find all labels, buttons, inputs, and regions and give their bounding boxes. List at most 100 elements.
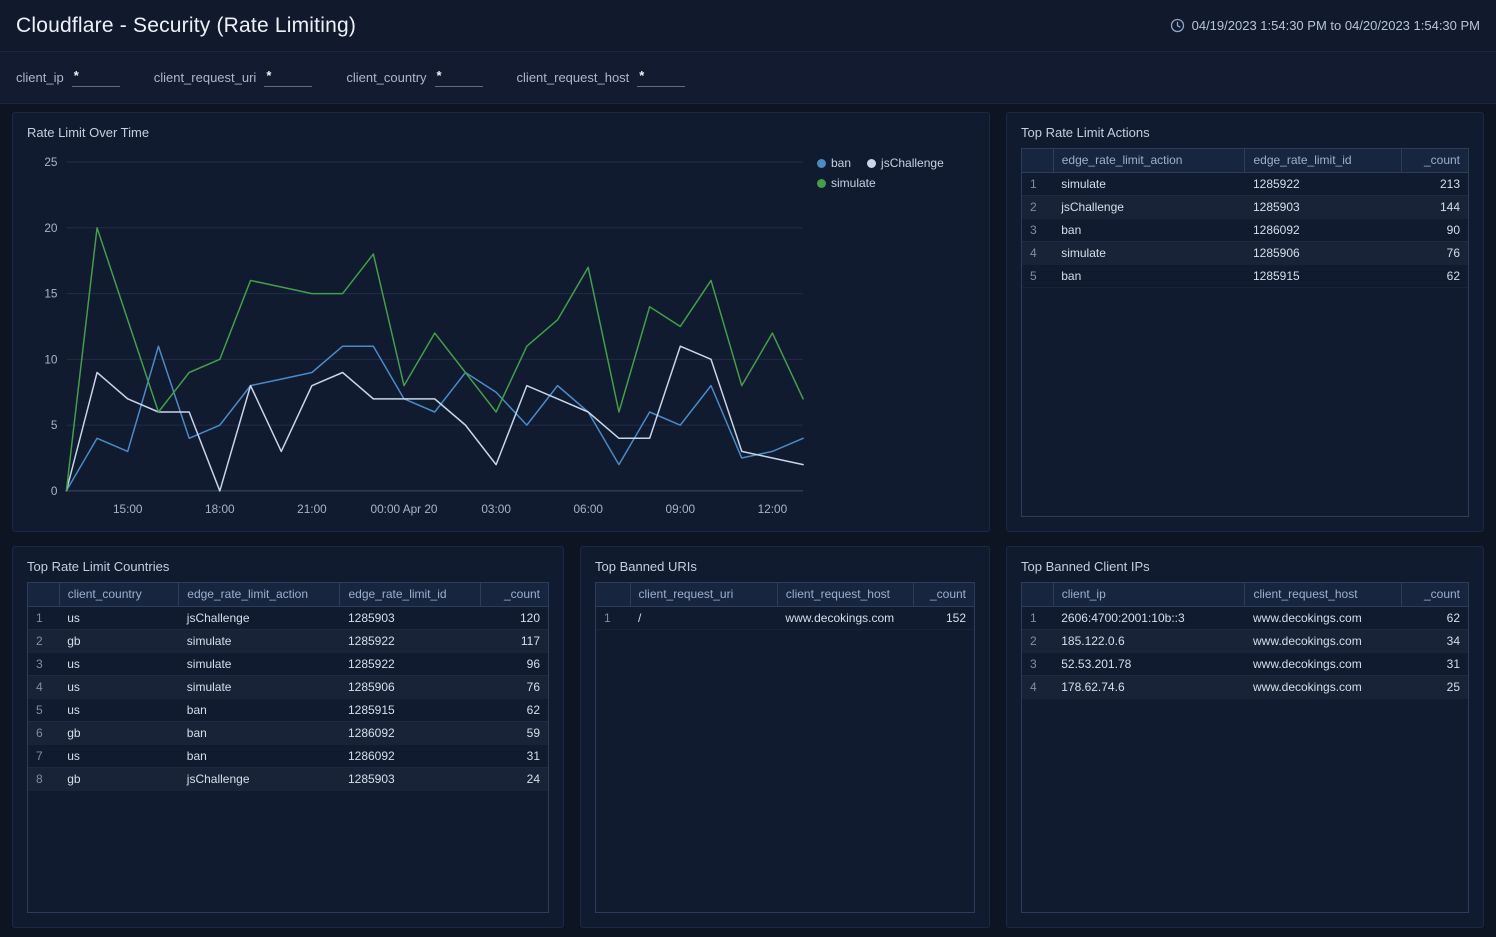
legend-item-jsChallenge[interactable]: jsChallenge: [867, 156, 944, 170]
panel-top-banned-uris: Top Banned URIs client_request_uriclient…: [580, 546, 990, 928]
table-row[interactable]: 5usban128591562: [28, 698, 548, 721]
filter-value-input[interactable]: *: [637, 69, 685, 87]
index-column-header: [1022, 149, 1053, 172]
table-cell: jsChallenge: [1053, 195, 1245, 218]
row-index: 4: [28, 675, 59, 698]
table-cell: 1285903: [1245, 195, 1401, 218]
row-index: 4: [1022, 675, 1053, 698]
table-cell: 185.122.0.6: [1053, 629, 1245, 652]
table-row[interactable]: 4ussimulate128590676: [28, 675, 548, 698]
page-title: Cloudflare - Security (Rate Limiting): [16, 14, 356, 38]
table-row[interactable]: 3ussimulate128592296: [28, 652, 548, 675]
table-cell: 1285922: [340, 652, 480, 675]
table-cell: ban: [1053, 218, 1245, 241]
table-cell: simulate: [179, 675, 340, 698]
column-header[interactable]: _count: [480, 583, 548, 606]
table-cell: us: [59, 698, 179, 721]
line-chart: 051015202515:0018:0021:0000:00 Apr 2003:…: [23, 150, 811, 523]
row-index: 1: [28, 606, 59, 629]
table-cell: jsChallenge: [179, 767, 340, 790]
legend-dot: [817, 159, 826, 168]
banned-client-ips-table: client_ipclient_request_host_count12606:…: [1022, 583, 1468, 699]
table-row[interactable]: 1usjsChallenge1285903120: [28, 606, 548, 629]
column-header[interactable]: client_ip: [1053, 583, 1245, 606]
row-index: 8: [28, 767, 59, 790]
filter-label: client_country: [346, 70, 426, 87]
table-row[interactable]: 4178.62.74.6www.decokings.com25: [1022, 675, 1468, 698]
column-header[interactable]: edge_rate_limit_id: [340, 583, 480, 606]
filter-client-request-host[interactable]: client_request_host *: [517, 69, 686, 87]
chart-area: 051015202515:0018:0021:0000:00 Apr 2003:…: [13, 148, 989, 531]
table-row[interactable]: 12606:4700:2001:10b::3www.decokings.com6…: [1022, 606, 1468, 629]
column-header[interactable]: _count: [914, 583, 975, 606]
table-row[interactable]: 6gbban128609259: [28, 721, 548, 744]
filter-value-input[interactable]: *: [264, 69, 312, 87]
table-container: client_countryedge_rate_limit_actionedge…: [27, 582, 549, 913]
filter-value-input[interactable]: *: [72, 69, 120, 87]
legend-item-ban[interactable]: ban: [817, 156, 851, 170]
table-cell: 90: [1401, 218, 1468, 241]
x-axis-label: 06:00: [573, 502, 603, 516]
table-cell: 96: [480, 652, 548, 675]
table-cell: 1286092: [340, 744, 480, 767]
filter-label: client_ip: [16, 70, 64, 87]
dashboard-content: Rate Limit Over Time 051015202515:0018:0…: [0, 104, 1496, 937]
column-header[interactable]: client_country: [59, 583, 179, 606]
rate-limit-countries-table: client_countryedge_rate_limit_actionedge…: [28, 583, 548, 791]
filter-client-request-uri[interactable]: client_request_uri *: [154, 69, 313, 87]
column-header[interactable]: edge_rate_limit_action: [1053, 149, 1245, 172]
table-cell: 213: [1401, 172, 1468, 195]
legend-item-simulate[interactable]: simulate: [817, 176, 876, 190]
table-cell: www.decokings.com: [1245, 675, 1401, 698]
table-row[interactable]: 4simulate128590676: [1022, 241, 1468, 264]
table-row[interactable]: 7usban128609231: [28, 744, 548, 767]
filter-value-input[interactable]: *: [435, 69, 483, 87]
table-row[interactable]: 2185.122.0.6www.decokings.com34: [1022, 629, 1468, 652]
table-cell: ban: [179, 744, 340, 767]
y-axis-label: 25: [44, 155, 57, 169]
table-cell: 120: [480, 606, 548, 629]
series-jsChallenge: [66, 346, 803, 491]
table-row[interactable]: 352.53.201.78www.decokings.com31: [1022, 652, 1468, 675]
column-header[interactable]: _count: [1401, 149, 1468, 172]
x-axis-label: 21:00: [297, 502, 327, 516]
table-row[interactable]: 5ban128591562: [1022, 264, 1468, 287]
row-index: 5: [1022, 264, 1053, 287]
x-axis-label: 09:00: [666, 502, 696, 516]
table-cell: us: [59, 606, 179, 629]
table-row[interactable]: 1/www.decokings.com152: [596, 606, 974, 629]
table-row[interactable]: 2gbsimulate1285922117: [28, 629, 548, 652]
panel-title: Top Rate Limit Actions: [1007, 113, 1483, 148]
table-cell: 1285903: [340, 767, 480, 790]
table-cell: 62: [480, 698, 548, 721]
filter-client-country[interactable]: client_country *: [346, 69, 482, 87]
y-axis-label: 0: [51, 484, 58, 498]
table-cell: www.decokings.com: [1245, 606, 1401, 629]
table-row[interactable]: 8gbjsChallenge128590324: [28, 767, 548, 790]
column-header[interactable]: edge_rate_limit_action: [179, 583, 340, 606]
legend-dot: [867, 159, 876, 168]
panel-top-banned-client-ips: Top Banned Client IPs client_ipclient_re…: [1006, 546, 1484, 928]
table-cell: 1286092: [340, 721, 480, 744]
table-container: client_request_uriclient_request_host_co…: [595, 582, 975, 913]
table-row[interactable]: 1simulate1285922213: [1022, 172, 1468, 195]
table-row[interactable]: 2jsChallenge1285903144: [1022, 195, 1468, 218]
table-container: edge_rate_limit_actionedge_rate_limit_id…: [1021, 148, 1469, 517]
column-header[interactable]: client_request_uri: [630, 583, 777, 606]
time-range-picker[interactable]: 04/19/2023 1:54:30 PM to 04/20/2023 1:54…: [1170, 18, 1480, 33]
filter-client-ip[interactable]: client_ip *: [16, 69, 120, 87]
row-index: 1: [1022, 606, 1053, 629]
row-index: 2: [28, 629, 59, 652]
legend-label: jsChallenge: [881, 156, 944, 170]
filter-label: client_request_uri: [154, 70, 257, 87]
column-header[interactable]: edge_rate_limit_id: [1245, 149, 1401, 172]
table-cell: gb: [59, 721, 179, 744]
banned-uris-table: client_request_uriclient_request_host_co…: [596, 583, 974, 630]
legend-label: simulate: [831, 176, 876, 190]
table-cell: 59: [480, 721, 548, 744]
table-row[interactable]: 3ban128609290: [1022, 218, 1468, 241]
column-header[interactable]: client_request_host: [1245, 583, 1401, 606]
column-header[interactable]: _count: [1401, 583, 1468, 606]
column-header[interactable]: client_request_host: [777, 583, 913, 606]
table-cell: 1285922: [340, 629, 480, 652]
